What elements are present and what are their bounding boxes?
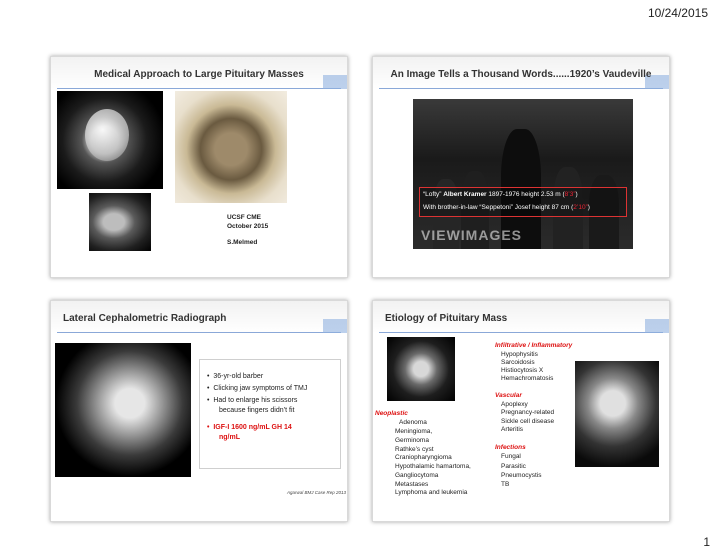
slide-title: An Image Tells a Thousand Words......192… — [390, 69, 652, 80]
list-item: TB — [501, 481, 510, 488]
coronal-mri-image — [575, 361, 659, 467]
infiltrative-heading: Infiltrative / Inflammatory — [495, 342, 573, 349]
list-item: Meningioma, — [395, 428, 433, 435]
list-item: Fungal — [501, 453, 521, 460]
slide-title: Lateral Cephalometric Radiograph — [63, 313, 227, 324]
vaudeville-photo: “Lofty” Albert Kramer 1897-1976 height 2… — [413, 99, 633, 249]
list-item: Parasitic — [501, 463, 526, 470]
slide-4: Etiology of Pituitary Mass Infiltrative … — [372, 300, 670, 522]
list-item: Craniopharyngioma — [395, 454, 452, 461]
list-item: Hemachromatosis — [501, 375, 554, 382]
infections-heading: Infections — [495, 444, 526, 451]
list-item: Pregnancy-related — [501, 409, 555, 416]
list-item: Lymphoma and leukemia — [395, 489, 468, 496]
watermark: VIEWIMAGES — [421, 227, 523, 243]
vascular-heading: Vascular — [495, 392, 522, 399]
list-item: Pneumocystis — [501, 472, 542, 479]
cephalometric-xray-image — [55, 343, 191, 477]
caption-line-2: With brother-in-law “Seppetoni” Josef he… — [423, 204, 590, 211]
list-item: Adenoma — [399, 419, 427, 426]
citation: Agarwal BMJ Case Rep 2013 — [287, 490, 347, 495]
bullet-item-highlight: • IGF-I 1600 ng/mL GH 14 — [207, 424, 292, 431]
list-item: Gangliocytoma — [395, 472, 439, 479]
list-item: Hypothalamic hamartoma, — [395, 463, 471, 470]
credit-line-2: October 2015 — [227, 223, 269, 230]
list-item: Germinoma — [395, 437, 429, 444]
caption-line-1: “Lofty” Albert Kramer 1897-1976 height 2… — [423, 191, 578, 198]
bullet-item: • Had to enlarge his scissors — [207, 397, 298, 404]
sagittal-mri-image — [89, 193, 151, 251]
print-date: 10/24/2015 — [647, 6, 708, 20]
credit-line-3: S.Melmed — [227, 239, 258, 246]
slide-title: Etiology of Pituitary Mass — [385, 313, 508, 324]
neoplastic-heading: Neoplastic — [375, 410, 408, 417]
bullet-item-highlight-continued: ng/mL — [219, 434, 240, 441]
list-item: Arteritis — [501, 426, 524, 433]
ct-scan-image — [387, 337, 455, 401]
bullet-item: • 36-yr-old barber — [207, 373, 264, 380]
bullet-item: • Clicking jaw symptoms of TMJ — [207, 385, 308, 392]
page-number: 1 — [703, 535, 710, 549]
bullet-item-continued: because fingers didn’t fit — [219, 407, 295, 414]
slide-2: An Image Tells a Thousand Words......192… — [372, 56, 670, 278]
coronal-mri-image — [57, 91, 163, 189]
slide-title: Medical Approach to Large Pituitary Mass… — [94, 69, 304, 80]
slide-1: Medical Approach to Large Pituitary Mass… — [50, 56, 348, 278]
pituitary-tumor-specimen-image — [175, 91, 287, 203]
slide-3: Lateral Cephalometric Radiograph • 36-yr… — [50, 300, 348, 522]
